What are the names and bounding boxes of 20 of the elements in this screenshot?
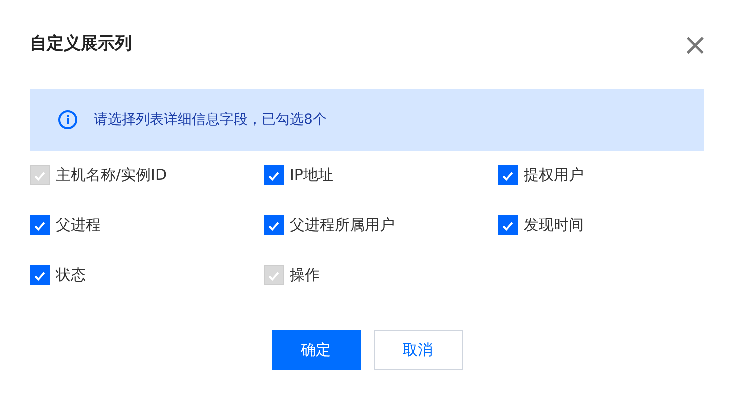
confirm-button[interactable]: 确定 xyxy=(272,330,360,370)
checkbox[interactable] xyxy=(264,165,284,185)
checkbox-label: 父进程所属用户 xyxy=(290,216,395,234)
dialog-title: 自定义展示列 xyxy=(30,32,132,54)
info-icon xyxy=(58,110,78,130)
checkbox-label: 提权用户 xyxy=(524,166,584,184)
checkbox[interactable] xyxy=(264,215,284,235)
checkbox-label: 操作 xyxy=(290,266,320,284)
checkbox-label: 主机名称/实例ID xyxy=(56,166,168,184)
checkbox-label: IP地址 xyxy=(290,166,334,184)
checkbox[interactable] xyxy=(30,265,50,285)
checkbox-label: 发现时间 xyxy=(524,216,584,234)
checkbox-label: 父进程 xyxy=(56,216,101,234)
cancel-button[interactable]: 取消 xyxy=(374,330,462,370)
checkbox[interactable] xyxy=(498,215,518,235)
checkbox[interactable] xyxy=(498,165,518,185)
checkbox[interactable] xyxy=(30,215,50,235)
alert-text: 请选择列表详细信息字段，已勾选8个 xyxy=(94,111,327,129)
checkbox-label: 状态 xyxy=(56,266,86,284)
close-button[interactable]: × xyxy=(682,31,708,61)
